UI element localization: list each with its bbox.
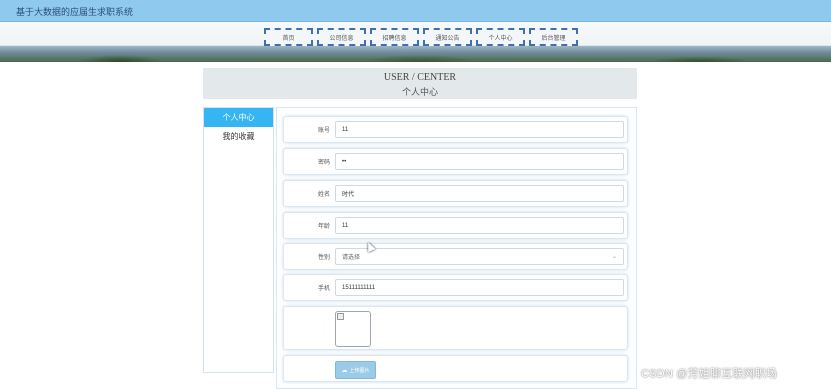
upload-button-label: 上传图片 [349,367,370,374]
form-row-upload: ☁ 上传图片 [283,355,628,382]
nav-item-personal-center[interactable]: 个人中心 [476,28,525,46]
age-label: 年龄 [317,224,330,230]
form-row-name: 姓名 时代 [283,180,628,207]
cloud-upload-icon: ☁ [341,367,348,374]
upload-image-button[interactable]: ☁ 上传图片 [335,361,376,379]
banner-scenery [0,46,831,62]
sidebar-item-personal-center[interactable]: 个人中心 [204,108,273,127]
page-title-en: USER / CENTER [383,72,457,83]
top-bar: 基于大数据的应届生求职系统 [0,0,831,22]
form-row-password: 密码 •• [283,148,628,175]
broken-image-icon [337,313,344,320]
account-input[interactable]: 11 [335,121,624,138]
password-input[interactable]: •• [335,153,624,170]
nav-item-notices[interactable]: 通知公告 [423,28,472,46]
avatar-preview [335,311,371,347]
phone-input[interactable]: 15111111111 [335,279,624,296]
nav-item-job-info[interactable]: 招聘信息 [370,28,419,46]
sidebar-item-favorites[interactable]: 我的收藏 [204,127,273,146]
gender-select-value: 请选择 [342,255,361,261]
form-row-phone: 手机 15111111111 [283,274,628,301]
gender-select[interactable]: 请选择 ⌄ [335,248,624,265]
nav-item-home[interactable]: 首页 [264,28,313,46]
phone-label: 手机 [317,286,330,292]
page-title-cn: 个人中心 [401,87,438,97]
password-label: 密码 [317,160,330,166]
form-row-age: 年龄 11 [283,212,628,239]
main-nav: 首页 公司信息 招聘信息 通知公告 个人中心 后台管理 [264,28,578,46]
chevron-down-icon: ⌄ [611,254,617,260]
gender-label: 性别 [317,255,330,261]
watermark: CSDN @芳姐聊互联网职场 [641,368,778,380]
form-row-account: 账号 11 [283,116,628,143]
form-row-image [283,306,628,350]
name-label: 姓名 [317,192,330,198]
nav-item-admin[interactable]: 后台管理 [529,28,578,46]
nav-banner: 首页 公司信息 招聘信息 通知公告 个人中心 后台管理 [0,22,831,62]
nav-item-company-info[interactable]: 公司信息 [317,28,366,46]
age-input[interactable]: 11 [335,217,624,234]
account-label: 账号 [317,128,330,134]
sidebar: 个人中心 我的收藏 [203,107,274,373]
name-input[interactable]: 时代 [335,185,624,202]
page-header: USER / CENTER 个人中心 [203,68,637,99]
form-row-gender: 性别 请选择 ⌄ [283,243,628,270]
app-title: 基于大数据的应届生求职系统 [16,7,134,17]
